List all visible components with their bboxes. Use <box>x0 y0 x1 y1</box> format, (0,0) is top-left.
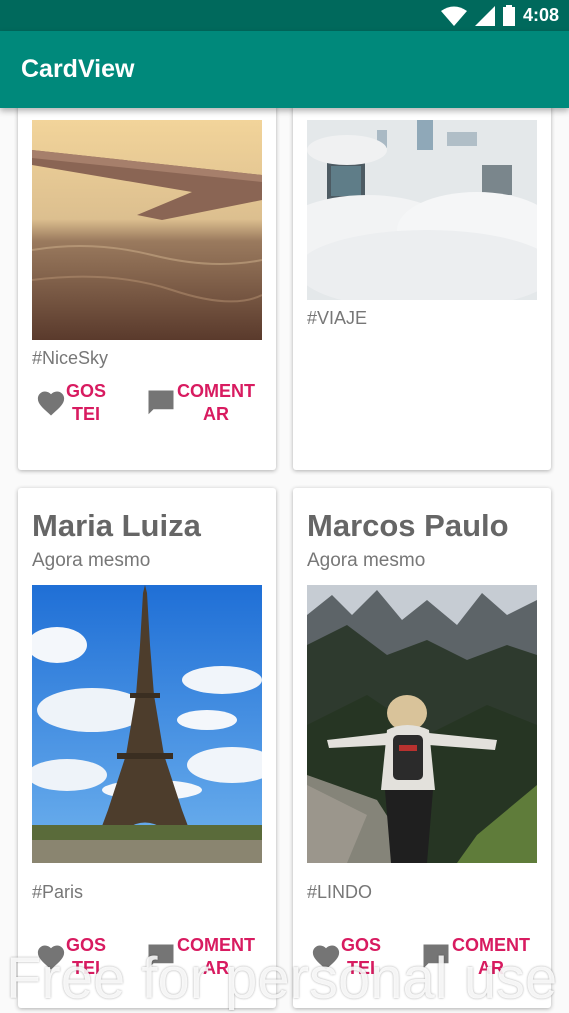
like-label: GOS TEI <box>66 381 107 424</box>
wifi-icon <box>440 6 467 26</box>
like-button[interactable]: GOS TEI <box>36 380 106 426</box>
post-author: Maria Luiza <box>32 508 201 543</box>
post-tag: #VIAJE <box>307 308 368 328</box>
comment-icon <box>148 390 174 415</box>
post-image-airplane-wing <box>32 120 262 340</box>
post-time: Agora mesmo <box>32 550 151 571</box>
post-image-eiffel-tower <box>32 585 262 863</box>
post-image-mountain-hiker <box>307 585 537 863</box>
status-time: 4:08 <box>522 5 559 25</box>
post-tag: #Paris <box>32 882 84 902</box>
post-tag: #NiceSky <box>32 348 109 368</box>
card-list[interactable]: #NiceSky GOS TEI COMENT AR #VIAJE Maria … <box>0 108 569 1013</box>
battery-icon <box>502 5 515 26</box>
post-card[interactable]: Marcos Paulo Agora mesmo #LINDO GOS TEI … <box>293 488 551 1008</box>
post-card[interactable]: #VIAJE <box>293 108 551 470</box>
post-author: Marcos Paulo <box>307 508 509 543</box>
status-icons: 4:08 <box>440 4 559 27</box>
post-card[interactable]: #NiceSky GOS TEI COMENT AR <box>18 108 276 470</box>
app-bar: CardView <box>0 31 569 108</box>
post-tag: #LINDO <box>307 882 373 902</box>
status-bar: 4:08 <box>0 0 569 31</box>
cell-signal-icon <box>474 5 495 26</box>
post-card[interactable]: Maria Luiza Agora mesmo #Paris GOS TEI C… <box>18 488 276 1008</box>
post-time: Agora mesmo <box>307 550 426 571</box>
app-title: CardView <box>21 55 135 83</box>
post-image-city-clouds <box>307 120 537 300</box>
comment-label: COMENT AR <box>177 381 255 424</box>
watermark: Free for personal use <box>6 946 558 1011</box>
heart-icon <box>37 391 65 416</box>
comment-button[interactable]: COMENT AR <box>146 380 256 426</box>
